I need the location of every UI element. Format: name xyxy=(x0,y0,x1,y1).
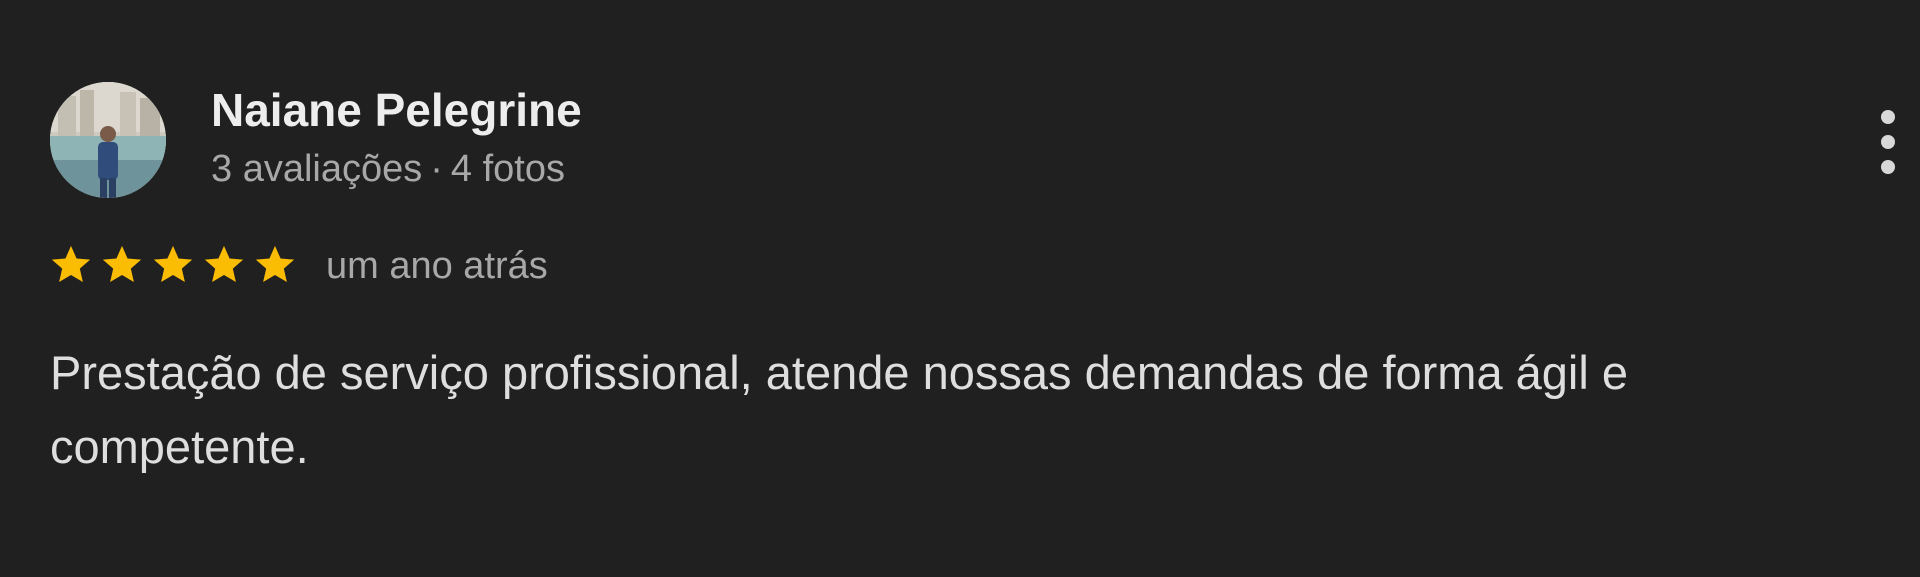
meta-separator: · xyxy=(430,148,443,190)
avatar[interactable] xyxy=(50,82,166,198)
avatar-photo xyxy=(50,82,166,198)
star-rating xyxy=(48,240,303,290)
star-icon xyxy=(252,242,298,288)
reviews-count: 3 avaliações xyxy=(211,148,423,190)
reviewer-meta: 3 avaliações · 4 fotos xyxy=(211,145,565,193)
review-date: um ano atrás xyxy=(326,245,548,287)
more-vert-icon xyxy=(1881,110,1895,174)
reviewer-name[interactable]: Naiane Pelegrine xyxy=(211,82,582,138)
more-options-button[interactable] xyxy=(1870,106,1906,178)
star-icon xyxy=(201,242,247,288)
review-card: Naiane Pelegrine 3 avaliações · 4 fotos um… xyxy=(0,0,1920,577)
star-icon xyxy=(150,242,196,288)
review-text: Prestação de serviço profissional, atend… xyxy=(50,346,1629,473)
star-icon xyxy=(99,242,145,288)
photos-count: 4 fotos xyxy=(450,148,565,190)
star-icon xyxy=(48,242,94,288)
